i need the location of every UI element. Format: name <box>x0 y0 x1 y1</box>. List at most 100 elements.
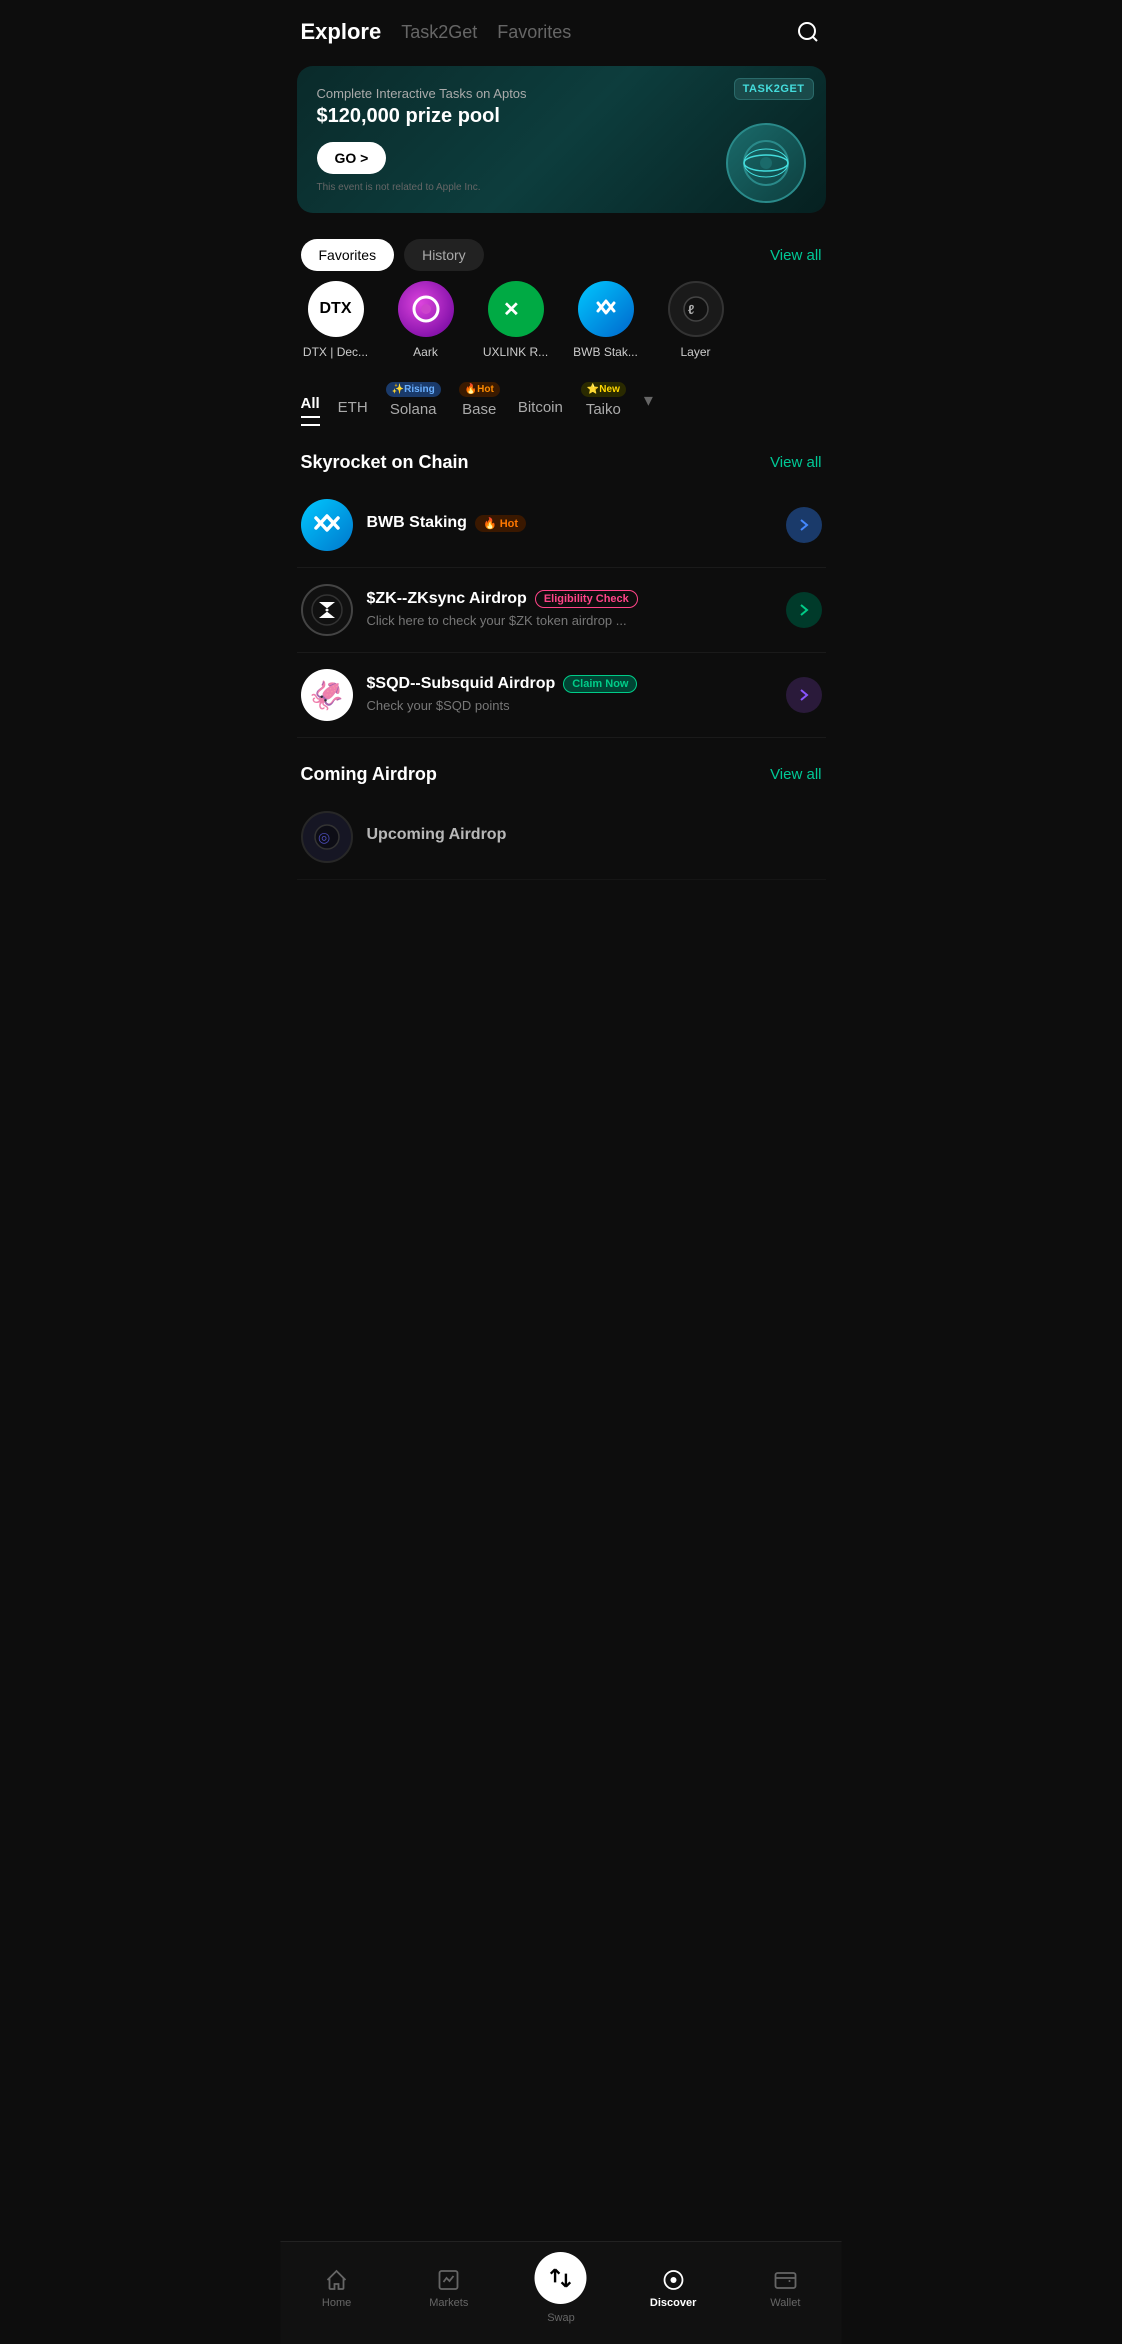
fav-item-layer[interactable]: ℓ Layer <box>661 281 731 359</box>
chain-tab-taiko-badge: ⭐New <box>581 382 626 397</box>
nav-item-markets[interactable]: Markets <box>419 2267 479 2309</box>
chain-tab-bitcoin-label: Bitcoin <box>518 399 563 416</box>
svg-text:◎: ◎ <box>318 829 330 845</box>
dapp-badge-sqd: Claim Now <box>563 675 637 693</box>
chain-tab-solana-badge: ✨Rising <box>386 382 441 397</box>
dapp-avatar-bwb <box>301 499 353 551</box>
banner-subtitle: Complete Interactive Tasks on Aptos <box>317 86 806 101</box>
swap-button[interactable] <box>535 2252 587 2304</box>
dapp-arrow-sqd <box>786 677 822 713</box>
dapp-name-bwb: BWB Staking <box>367 514 467 532</box>
svg-text:ℓ: ℓ <box>688 302 694 317</box>
nav-label-swap: Swap <box>547 2312 575 2324</box>
coming-airdrop-section: Coming Airdrop View all ◎ Upcoming Airdr… <box>281 748 842 980</box>
home-icon <box>324 2267 350 2293</box>
skyrocket-view-all[interactable]: View all <box>770 454 821 471</box>
banner-go-button[interactable]: GO > <box>317 142 387 174</box>
banner-icon <box>726 123 806 203</box>
coming-airdrop-item-partial[interactable]: ◎ Upcoming Airdrop <box>297 795 826 880</box>
favorites-view-all[interactable]: View all <box>770 247 821 264</box>
tab-history[interactable]: History <box>404 239 484 271</box>
dapp-avatar-sqd: 🦑 <box>301 669 353 721</box>
nav-label-home: Home <box>322 2297 351 2309</box>
chain-tab-solana[interactable]: ✨Rising Solana <box>386 382 441 424</box>
chain-tabs: All ETH ✨Rising Solana 🔥Hot Base Bitcoin… <box>301 379 822 426</box>
chain-tab-eth-label: ETH <box>338 399 368 416</box>
dapp-item-bwb[interactable]: BWB Staking 🔥 Hot <box>297 483 826 568</box>
dapp-item-zk[interactable]: $ZK--ZKsync Airdrop Eligibility Check Cl… <box>297 568 826 653</box>
dapp-arrow-zk <box>786 592 822 628</box>
coming-airdrop-list: ◎ Upcoming Airdrop <box>281 795 842 880</box>
skyrocket-header: Skyrocket on Chain View all <box>281 436 842 483</box>
fav-item-dtx[interactable]: DTX DTX | Dec... <box>301 281 371 359</box>
dapp-sqd-emoji: 🦑 <box>309 679 344 712</box>
chain-tab-base-label: Base <box>462 401 496 418</box>
dapp-name-row-bwb: BWB Staking 🔥 Hot <box>367 514 772 532</box>
dapp-name-zk: $ZK--ZKsync Airdrop <box>367 590 527 608</box>
nav-task2get[interactable]: Task2Get <box>401 22 477 43</box>
chain-tab-eth[interactable]: ETH <box>338 383 368 422</box>
dapp-info-bwb: BWB Staking 🔥 Hot <box>367 514 772 536</box>
chain-tab-bitcoin[interactable]: Bitcoin <box>518 383 563 422</box>
nav-label-markets: Markets <box>429 2297 468 2309</box>
svg-text:✕: ✕ <box>503 299 520 321</box>
header: Explore Task2Get Favorites <box>281 0 842 56</box>
dapp-badge-zk: Eligibility Check <box>535 590 638 608</box>
coming-airdrop-name: Upcoming Airdrop <box>367 826 507 844</box>
fav-item-uxlink[interactable]: ✕ UXLINK R... <box>481 281 551 359</box>
fav-item-aark[interactable]: Aark <box>391 281 461 359</box>
dapp-name-row-zk: $ZK--ZKsync Airdrop Eligibility Check <box>367 590 772 608</box>
chain-tab-base-badge: 🔥Hot <box>459 382 500 397</box>
dapp-name-row-sqd: $SQD--Subsquid Airdrop Claim Now <box>367 675 772 693</box>
chain-tab-solana-label: Solana <box>390 401 437 418</box>
nav-item-wallet[interactable]: Wallet <box>755 2267 815 2309</box>
fav-avatar-dtx: DTX <box>308 281 364 337</box>
dapp-badge-bwb: 🔥 Hot <box>475 515 526 532</box>
coming-airdrop-header: Coming Airdrop View all <box>281 748 842 795</box>
coming-airdrop-name-row: Upcoming Airdrop <box>367 826 822 844</box>
chain-tab-all-underline <box>301 416 320 418</box>
fav-avatar-bwb <box>578 281 634 337</box>
fav-label-dtx: DTX | Dec... <box>303 345 368 359</box>
bottom-nav: Home Markets Swap Discover Wallet <box>281 2241 842 2344</box>
chain-tab-all-label: All <box>301 395 320 412</box>
coming-airdrop-avatar: ◎ <box>301 811 353 863</box>
fav-label-bwb: BWB Stak... <box>573 345 638 359</box>
skyrocket-section: Skyrocket on Chain View all BWB Staking … <box>281 436 842 748</box>
nav-item-home[interactable]: Home <box>307 2267 367 2309</box>
skyrocket-title: Skyrocket on Chain <box>301 452 469 473</box>
chain-filter: All ETH ✨Rising Solana 🔥Hot Base Bitcoin… <box>281 379 842 426</box>
dapp-list: BWB Staking 🔥 Hot $ZK--ZKsync Airdrop El… <box>281 483 842 738</box>
nav-label-wallet: Wallet <box>770 2297 800 2309</box>
tab-bar: Favorites History <box>301 239 771 271</box>
fav-label-uxlink: UXLINK R... <box>483 345 548 359</box>
dapp-desc-sqd: Check your $SQD points <box>367 698 510 713</box>
chain-filter-more[interactable]: ▾ <box>644 390 653 415</box>
nav-favorites[interactable]: Favorites <box>497 22 571 43</box>
chain-tab-all[interactable]: All <box>301 379 320 426</box>
dapp-name-sqd: $SQD--Subsquid Airdrop <box>367 675 556 693</box>
chain-tab-base[interactable]: 🔥Hot Base <box>459 382 500 424</box>
fav-avatar-layer: ℓ <box>668 281 724 337</box>
page-title: Explore <box>301 19 382 45</box>
promo-banner[interactable]: TASK2GET Complete Interactive Tasks on A… <box>297 66 826 213</box>
search-button[interactable] <box>794 18 822 46</box>
wallet-icon <box>772 2267 798 2293</box>
favorites-section-header: Favorites History View all <box>281 223 842 281</box>
tab-favorites[interactable]: Favorites <box>301 239 395 271</box>
coming-airdrop-title: Coming Airdrop <box>301 764 437 785</box>
banner-tag: TASK2GET <box>734 78 814 100</box>
nav-item-swap[interactable]: Swap <box>531 2252 591 2324</box>
dapp-desc-zk: Click here to check your $ZK token airdr… <box>367 613 627 628</box>
coming-airdrop-info: Upcoming Airdrop <box>367 826 822 848</box>
nav-item-discover[interactable]: Discover <box>643 2267 703 2309</box>
fav-item-bwb[interactable]: BWB Stak... <box>571 281 641 359</box>
fav-label-layer: Layer <box>680 345 710 359</box>
chain-tab-taiko[interactable]: ⭐New Taiko <box>581 382 626 424</box>
fav-label-aark: Aark <box>413 345 438 359</box>
fav-avatar-uxlink: ✕ <box>488 281 544 337</box>
dapp-item-sqd[interactable]: 🦑 $SQD--Subsquid Airdrop Claim Now Check… <box>297 653 826 738</box>
favorites-row: DTX DTX | Dec... Aark ✕ UXLINK R... BWB … <box>281 281 842 359</box>
coming-airdrop-view-all[interactable]: View all <box>770 766 821 783</box>
dapp-avatar-zk <box>301 584 353 636</box>
